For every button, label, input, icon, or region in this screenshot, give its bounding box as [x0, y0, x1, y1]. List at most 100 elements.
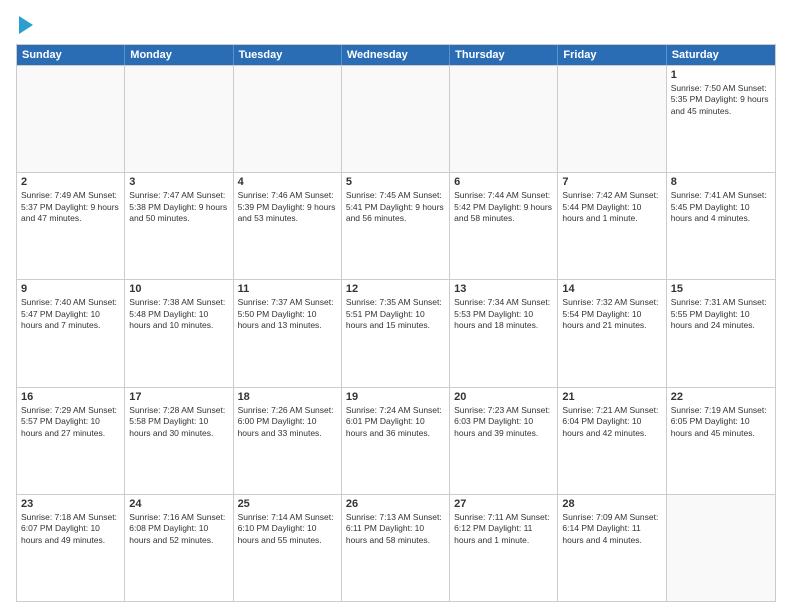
day-info: Sunrise: 7:42 AM Sunset: 5:44 PM Dayligh… — [562, 190, 661, 224]
day-info: Sunrise: 7:45 AM Sunset: 5:41 PM Dayligh… — [346, 190, 445, 224]
day-info: Sunrise: 7:11 AM Sunset: 6:12 PM Dayligh… — [454, 512, 553, 546]
empty-cell-4-6 — [667, 495, 775, 601]
day-number: 22 — [671, 391, 771, 403]
day-info: Sunrise: 7:18 AM Sunset: 6:07 PM Dayligh… — [21, 512, 120, 546]
day-cell-7: 7 Sunrise: 7:42 AM Sunset: 5:44 PM Daylig… — [558, 173, 666, 279]
day-number: 14 — [562, 283, 661, 295]
day-number: 21 — [562, 391, 661, 403]
day-info: Sunrise: 7:46 AM Sunset: 5:39 PM Dayligh… — [238, 190, 337, 224]
day-number: 11 — [238, 283, 337, 295]
day-number: 28 — [562, 498, 661, 510]
day-info: Sunrise: 7:23 AM Sunset: 6:03 PM Dayligh… — [454, 405, 553, 439]
day-number: 8 — [671, 176, 771, 188]
calendar-header: SundayMondayTuesdayWednesdayThursdayFrid… — [17, 45, 775, 65]
header-day-tuesday: Tuesday — [234, 45, 342, 65]
day-cell-3: 3 Sunrise: 7:47 AM Sunset: 5:38 PM Daylig… — [125, 173, 233, 279]
day-number: 3 — [129, 176, 228, 188]
empty-cell-0-0 — [17, 66, 125, 172]
calendar-body: 1Sunrise: 7:50 AM Sunset: 5:35 PM Daylig… — [17, 65, 775, 601]
header-day-sunday: Sunday — [17, 45, 125, 65]
logo — [16, 16, 33, 34]
day-info: Sunrise: 7:13 AM Sunset: 6:11 PM Dayligh… — [346, 512, 445, 546]
day-cell-4: 4 Sunrise: 7:46 AM Sunset: 5:39 PM Daylig… — [234, 173, 342, 279]
day-number: 20 — [454, 391, 553, 403]
day-number: 7 — [562, 176, 661, 188]
day-cell-17: 17 Sunrise: 7:28 AM Sunset: 5:58 PM Dayli… — [125, 388, 233, 494]
day-cell-27: 27 Sunrise: 7:11 AM Sunset: 6:12 PM Dayli… — [450, 495, 558, 601]
day-cell-24: 24 Sunrise: 7:16 AM Sunset: 6:08 PM Dayli… — [125, 495, 233, 601]
day-info: Sunrise: 7:09 AM Sunset: 6:14 PM Dayligh… — [562, 512, 661, 546]
day-cell-20: 20 Sunrise: 7:23 AM Sunset: 6:03 PM Dayli… — [450, 388, 558, 494]
day-number: 18 — [238, 391, 337, 403]
day-info: Sunrise: 7:29 AM Sunset: 5:57 PM Dayligh… — [21, 405, 120, 439]
day-number: 19 — [346, 391, 445, 403]
day-info: Sunrise: 7:24 AM Sunset: 6:01 PM Dayligh… — [346, 405, 445, 439]
header-day-wednesday: Wednesday — [342, 45, 450, 65]
day-number: 1 — [671, 69, 771, 81]
day-number: 23 — [21, 498, 120, 510]
day-info: Sunrise: 7:31 AM Sunset: 5:55 PM Dayligh… — [671, 297, 771, 331]
day-number: 9 — [21, 283, 120, 295]
day-cell-23: 23 Sunrise: 7:18 AM Sunset: 6:07 PM Dayli… — [17, 495, 125, 601]
day-cell-25: 25 Sunrise: 7:14 AM Sunset: 6:10 PM Dayli… — [234, 495, 342, 601]
day-cell-14: 14 Sunrise: 7:32 AM Sunset: 5:54 PM Dayli… — [558, 280, 666, 386]
day-cell-11: 11 Sunrise: 7:37 AM Sunset: 5:50 PM Dayli… — [234, 280, 342, 386]
day-number: 17 — [129, 391, 228, 403]
header-day-thursday: Thursday — [450, 45, 558, 65]
day-cell-5: 5 Sunrise: 7:45 AM Sunset: 5:41 PM Daylig… — [342, 173, 450, 279]
day-cell-16: 16 Sunrise: 7:29 AM Sunset: 5:57 PM Dayli… — [17, 388, 125, 494]
day-number: 27 — [454, 498, 553, 510]
logo-arrow-icon — [19, 16, 33, 34]
empty-cell-0-4 — [450, 66, 558, 172]
empty-cell-0-1 — [125, 66, 233, 172]
day-info: Sunrise: 7:32 AM Sunset: 5:54 PM Dayligh… — [562, 297, 661, 331]
day-number: 4 — [238, 176, 337, 188]
day-info: Sunrise: 7:34 AM Sunset: 5:53 PM Dayligh… — [454, 297, 553, 331]
day-cell-2: 2 Sunrise: 7:49 AM Sunset: 5:37 PM Daylig… — [17, 173, 125, 279]
day-number: 12 — [346, 283, 445, 295]
day-info: Sunrise: 7:14 AM Sunset: 6:10 PM Dayligh… — [238, 512, 337, 546]
day-number: 24 — [129, 498, 228, 510]
week-row-1: 2 Sunrise: 7:49 AM Sunset: 5:37 PM Daylig… — [17, 172, 775, 279]
day-cell-26: 26 Sunrise: 7:13 AM Sunset: 6:11 PM Dayli… — [342, 495, 450, 601]
day-info: Sunrise: 7:40 AM Sunset: 5:47 PM Dayligh… — [21, 297, 120, 331]
day-info: Sunrise: 7:26 AM Sunset: 6:00 PM Dayligh… — [238, 405, 337, 439]
day-number: 16 — [21, 391, 120, 403]
day-info: Sunrise: 7:49 AM Sunset: 5:37 PM Dayligh… — [21, 190, 120, 224]
day-number: 13 — [454, 283, 553, 295]
header-day-friday: Friday — [558, 45, 666, 65]
day-info: Sunrise: 7:41 AM Sunset: 5:45 PM Dayligh… — [671, 190, 771, 224]
day-number: 2 — [21, 176, 120, 188]
day-info: Sunrise: 7:37 AM Sunset: 5:50 PM Dayligh… — [238, 297, 337, 331]
header-day-saturday: Saturday — [667, 45, 775, 65]
day-info: Sunrise: 7:44 AM Sunset: 5:42 PM Dayligh… — [454, 190, 553, 224]
header — [16, 16, 776, 34]
day-cell-13: 13 Sunrise: 7:34 AM Sunset: 5:53 PM Dayli… — [450, 280, 558, 386]
header-day-monday: Monday — [125, 45, 233, 65]
day-number: 5 — [346, 176, 445, 188]
day-number: 26 — [346, 498, 445, 510]
day-cell-15: 15 Sunrise: 7:31 AM Sunset: 5:55 PM Dayli… — [667, 280, 775, 386]
day-cell-10: 10 Sunrise: 7:38 AM Sunset: 5:48 PM Dayli… — [125, 280, 233, 386]
day-number: 6 — [454, 176, 553, 188]
day-info: Sunrise: 7:21 AM Sunset: 6:04 PM Dayligh… — [562, 405, 661, 439]
empty-cell-0-3 — [342, 66, 450, 172]
day-info: Sunrise: 7:38 AM Sunset: 5:48 PM Dayligh… — [129, 297, 228, 331]
day-cell-6: 6 Sunrise: 7:44 AM Sunset: 5:42 PM Daylig… — [450, 173, 558, 279]
day-cell-18: 18 Sunrise: 7:26 AM Sunset: 6:00 PM Dayli… — [234, 388, 342, 494]
day-cell-8: 8 Sunrise: 7:41 AM Sunset: 5:45 PM Daylig… — [667, 173, 775, 279]
page: SundayMondayTuesdayWednesdayThursdayFrid… — [0, 0, 792, 612]
day-cell-1: 1Sunrise: 7:50 AM Sunset: 5:35 PM Daylig… — [667, 66, 775, 172]
empty-cell-0-2 — [234, 66, 342, 172]
day-info: Sunrise: 7:47 AM Sunset: 5:38 PM Dayligh… — [129, 190, 228, 224]
week-row-0: 1Sunrise: 7:50 AM Sunset: 5:35 PM Daylig… — [17, 65, 775, 172]
day-number: 10 — [129, 283, 228, 295]
empty-cell-0-5 — [558, 66, 666, 172]
day-number: 15 — [671, 283, 771, 295]
day-info: Sunrise: 7:28 AM Sunset: 5:58 PM Dayligh… — [129, 405, 228, 439]
day-number: 25 — [238, 498, 337, 510]
week-row-4: 23 Sunrise: 7:18 AM Sunset: 6:07 PM Dayli… — [17, 494, 775, 601]
day-info: Sunrise: 7:35 AM Sunset: 5:51 PM Dayligh… — [346, 297, 445, 331]
day-cell-21: 21 Sunrise: 7:21 AM Sunset: 6:04 PM Dayli… — [558, 388, 666, 494]
day-info: Sunrise: 7:16 AM Sunset: 6:08 PM Dayligh… — [129, 512, 228, 546]
